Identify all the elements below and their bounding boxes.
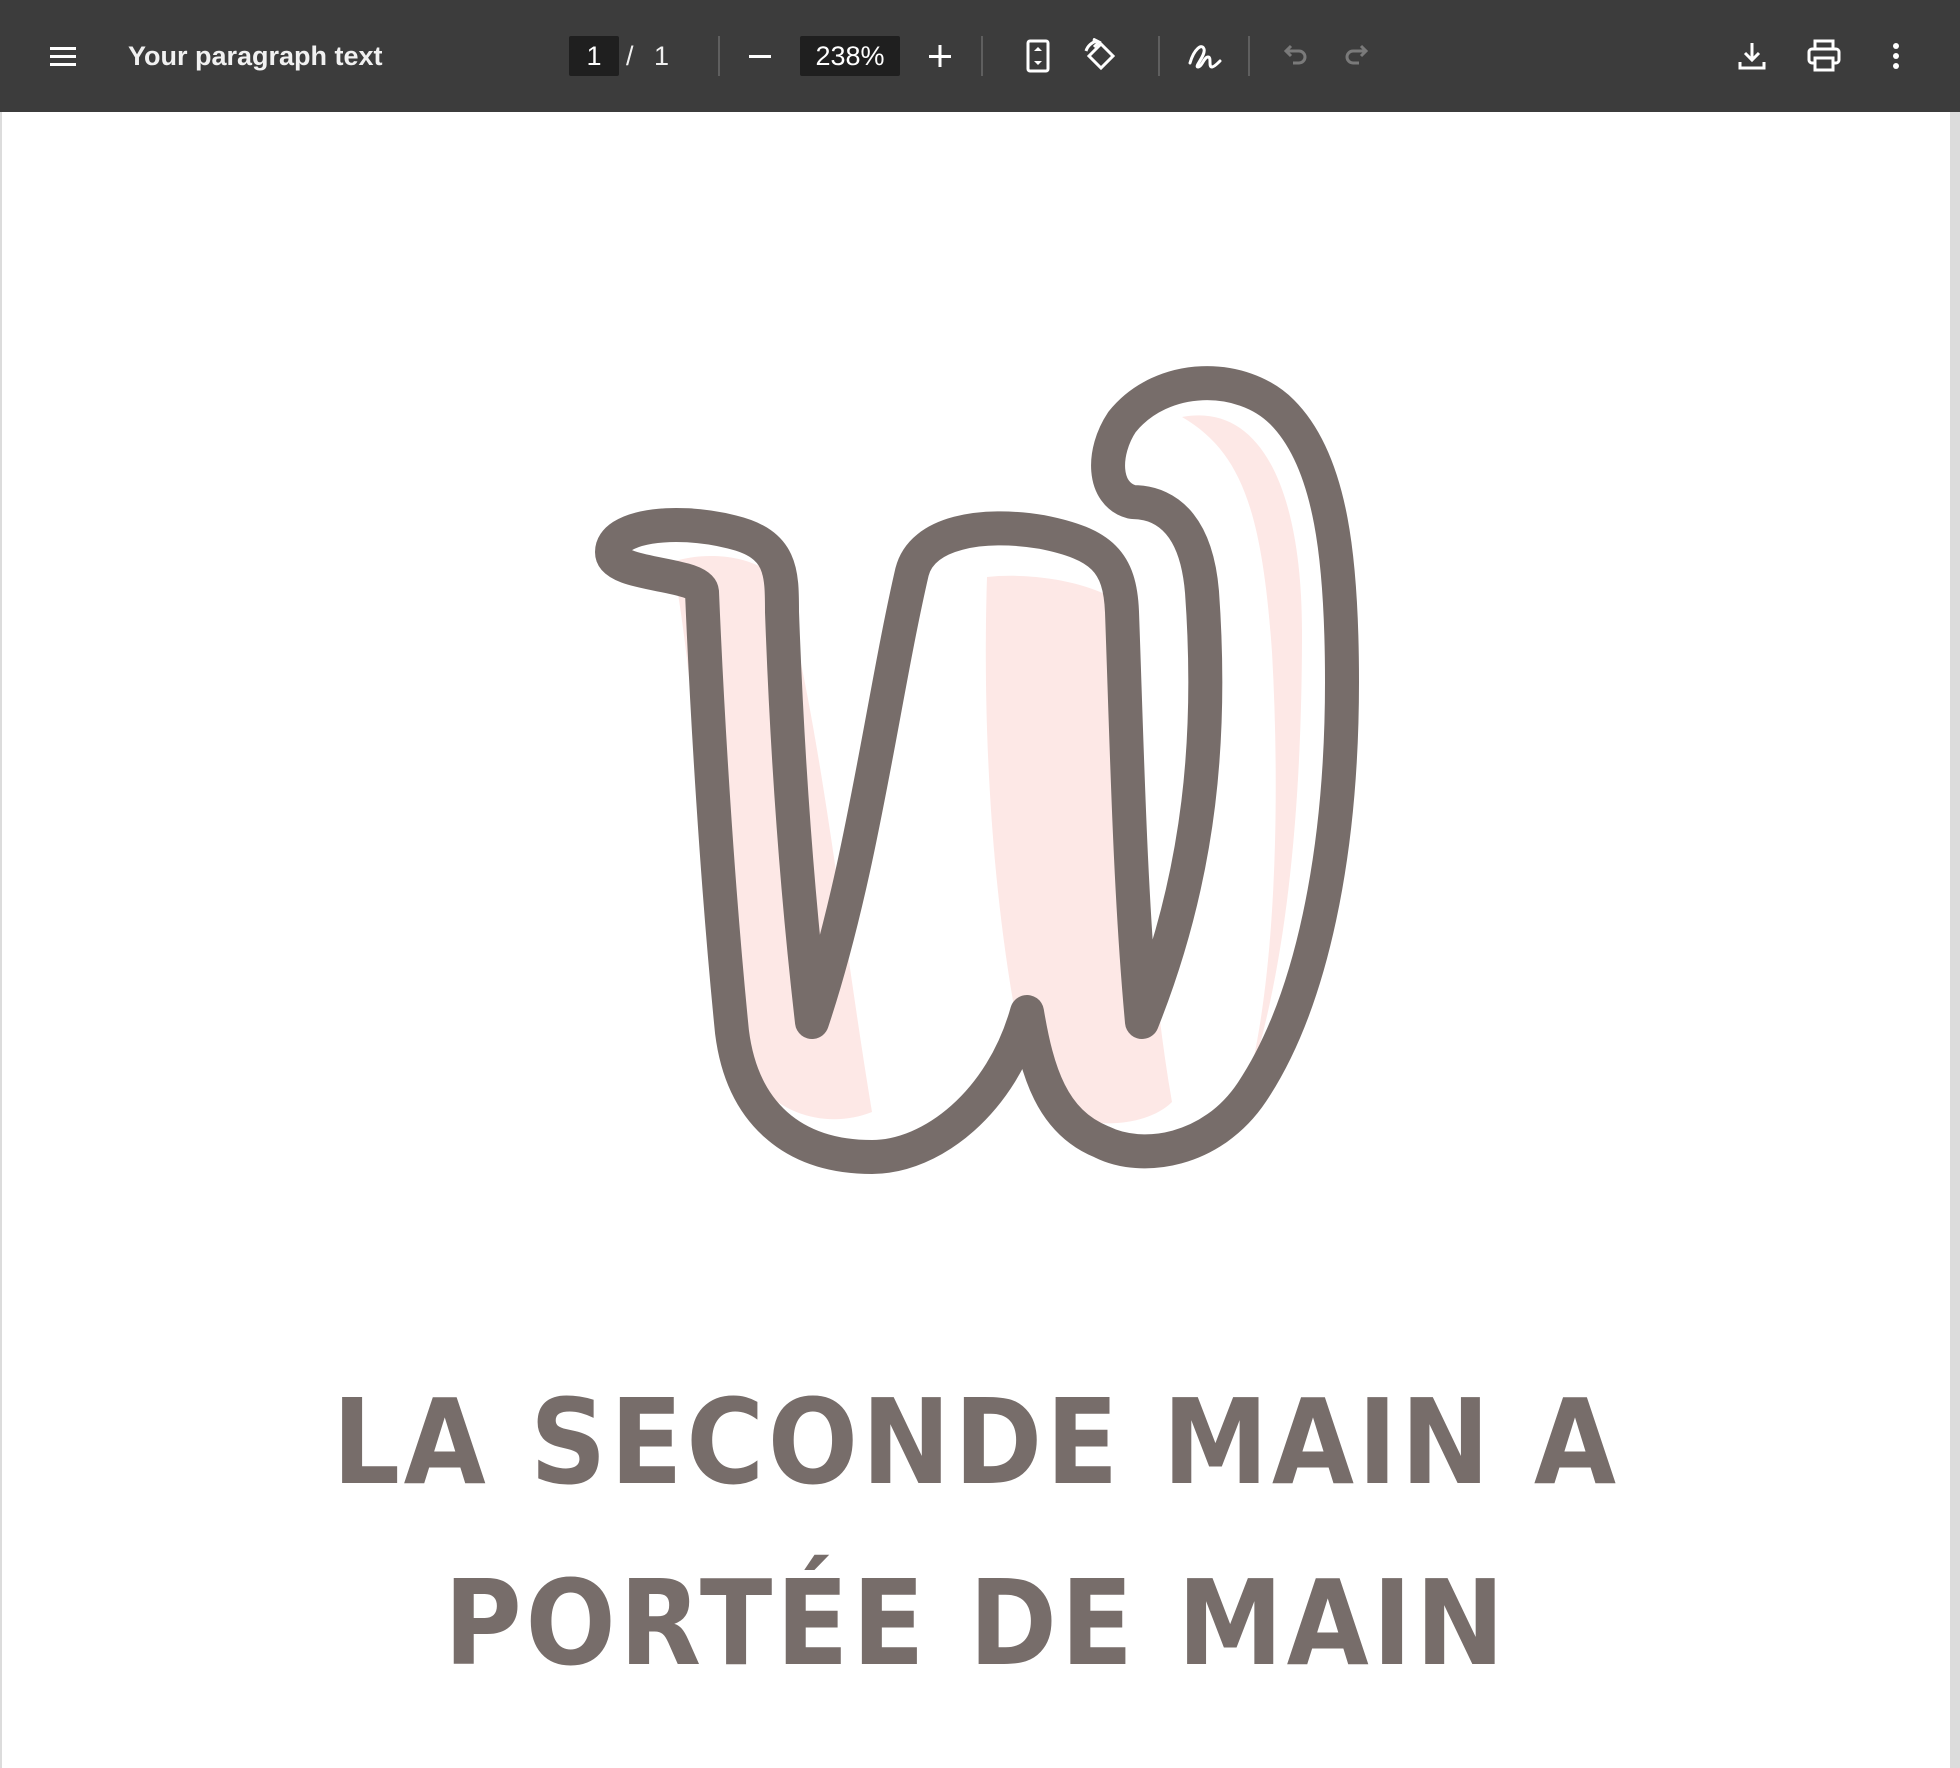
page-number-input[interactable] xyxy=(569,36,619,76)
zoom-input[interactable] xyxy=(800,36,900,76)
document-title: Your paragraph text xyxy=(128,41,383,71)
download-icon[interactable] xyxy=(1724,28,1780,84)
toolbar-divider xyxy=(1248,36,1250,76)
more-options-icon[interactable] xyxy=(1868,28,1924,84)
zoom-in-icon[interactable] xyxy=(912,28,968,84)
w-letter-logo xyxy=(595,366,1359,1174)
redo-icon[interactable] xyxy=(1330,28,1386,84)
pdf-toolbar: Your paragraph text / 1 xyxy=(0,0,1960,112)
page-separator: / xyxy=(626,41,634,71)
annotate-icon[interactable] xyxy=(1176,28,1232,84)
toolbar-divider xyxy=(981,36,983,76)
pdf-page: LA SECONDE MAIN A PORTÉE DE MAIN xyxy=(2,112,1950,1768)
page-total: 1 xyxy=(654,41,670,71)
pdf-viewer[interactable]: LA SECONDE MAIN A PORTÉE DE MAIN xyxy=(0,112,1960,1768)
toolbar-divider xyxy=(1158,36,1160,76)
undo-icon[interactable] xyxy=(1266,28,1322,84)
zoom-out-icon[interactable] xyxy=(732,28,788,84)
fit-page-icon[interactable] xyxy=(1010,28,1066,84)
headline-line-1: LA SECONDE MAIN A xyxy=(332,1373,1620,1511)
rotate-icon[interactable] xyxy=(1073,28,1129,84)
print-icon[interactable] xyxy=(1796,28,1852,84)
toolbar-divider xyxy=(718,36,720,76)
headline-line-2: PORTÉE DE MAIN xyxy=(444,1554,1508,1692)
hamburger-menu-icon[interactable] xyxy=(35,28,91,84)
